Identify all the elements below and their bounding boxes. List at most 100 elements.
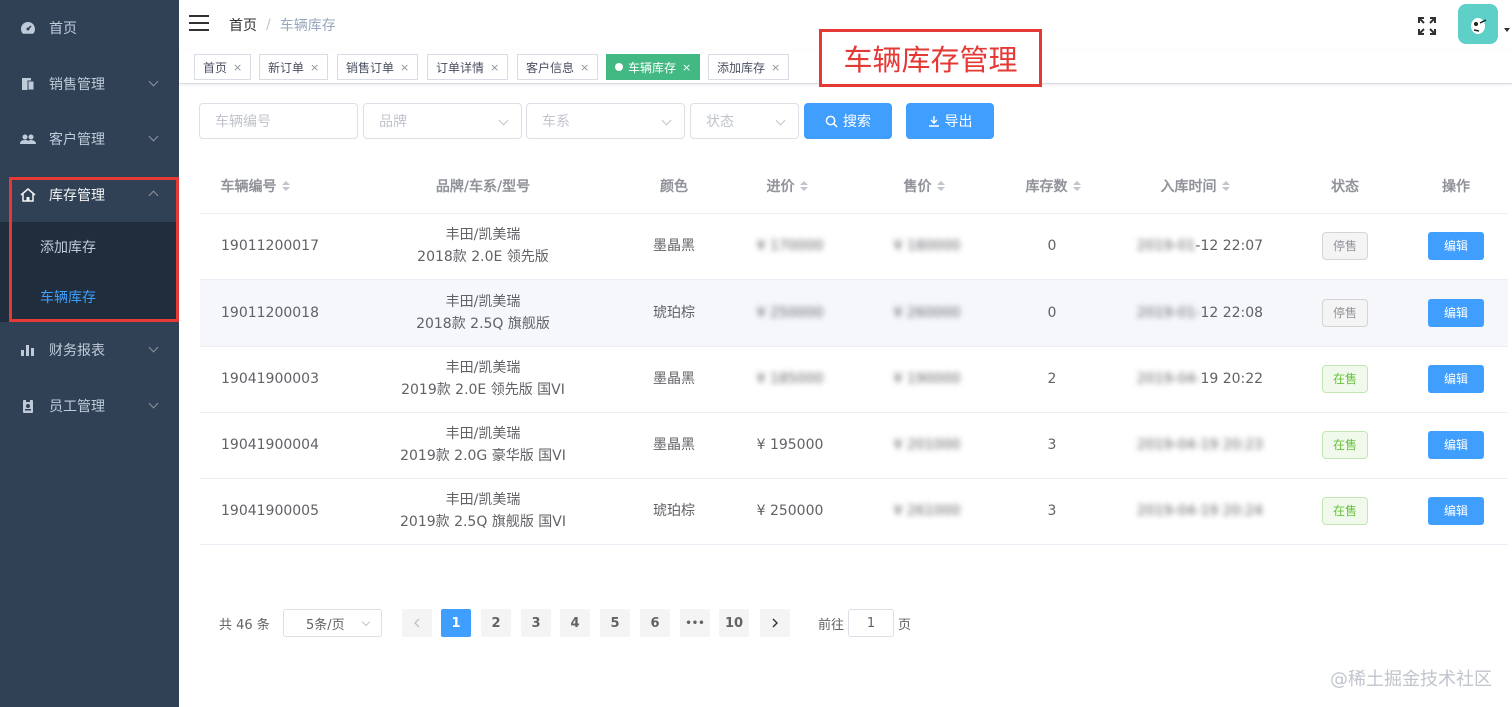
- sidebar-item-finance[interactable]: 财务报表: [0, 322, 179, 378]
- time-hidden: 2019-04-: [1136, 371, 1201, 387]
- close-icon[interactable]: ×: [771, 61, 780, 74]
- header-label: 操作: [1442, 179, 1470, 195]
- column-header-purchase-price[interactable]: 进价: [737, 175, 837, 197]
- pagination-total: 共 46 条: [219, 618, 270, 633]
- page-button-10[interactable]: 10: [719, 609, 749, 637]
- sidebar-item-label: 员工管理: [49, 399, 105, 415]
- page-size-select[interactable]: 5条/页: [283, 609, 382, 637]
- model-line: 2019款 2.0E 领先版 国VI: [401, 382, 565, 398]
- tag-customer-info[interactable]: 客户信息 ×: [517, 54, 599, 80]
- column-header-model: 品牌/车系/型号: [383, 175, 583, 197]
- vehicle-no-input[interactable]: 车辆编号: [199, 103, 358, 139]
- page-button-4[interactable]: 4: [560, 609, 590, 637]
- table-row: 19041900005 丰田/凯美瑞 2019款 2.5Q 旗舰版 国VI 琥珀棕…: [200, 478, 1508, 544]
- hamburger-menu-icon[interactable]: [189, 15, 209, 33]
- sidebar-item-home[interactable]: 首页: [0, 0, 179, 56]
- badge-icon: [20, 398, 36, 414]
- close-icon[interactable]: ×: [490, 61, 499, 74]
- cell-purchase-price: ¥ 195000: [756, 437, 824, 453]
- submenu-item-add-inventory[interactable]: 添加库存: [0, 222, 179, 272]
- column-header-vehicle-no[interactable]: 车辆编号: [200, 175, 310, 197]
- close-icon[interactable]: ×: [310, 61, 319, 74]
- avatar[interactable]: [1458, 4, 1498, 44]
- goto-page-input[interactable]: 1: [848, 609, 894, 637]
- tag-new-order[interactable]: 新订单 ×: [259, 54, 329, 80]
- page-button-1[interactable]: 1: [441, 609, 471, 637]
- breadcrumb-home[interactable]: 首页: [229, 15, 257, 35]
- sort-icon[interactable]: [936, 181, 945, 191]
- time-hidden: 2019-01-: [1136, 305, 1201, 321]
- sort-icon[interactable]: [799, 181, 808, 191]
- tag-label: 首页: [203, 60, 228, 75]
- export-button[interactable]: 导出: [906, 103, 994, 139]
- close-icon[interactable]: ×: [682, 61, 691, 74]
- column-header-sale-price[interactable]: 售价: [874, 175, 974, 197]
- chevron-down-icon: [148, 76, 159, 87]
- cell-purchase-price: ¥ 185000: [756, 371, 824, 387]
- next-page-button[interactable]: [760, 609, 790, 637]
- edit-button[interactable]: 编辑: [1428, 365, 1484, 393]
- page-ellipsis[interactable]: •••: [680, 609, 710, 637]
- caret-down-icon[interactable]: [1504, 28, 1510, 32]
- chevron-down-icon: [661, 115, 672, 126]
- close-icon[interactable]: ×: [580, 61, 589, 74]
- tag-home[interactable]: 首页 ×: [194, 54, 252, 80]
- tag-order-detail[interactable]: 订单详情 ×: [427, 54, 509, 80]
- users-icon: [20, 131, 36, 147]
- cell-stock: 3: [1047, 437, 1057, 453]
- goto-suffix: 页: [898, 618, 912, 633]
- status-select[interactable]: 状态: [690, 103, 799, 139]
- inventory-submenu: 添加库存 车辆库存: [0, 222, 179, 322]
- chevron-down-icon: [775, 115, 786, 126]
- sort-icon[interactable]: [281, 181, 290, 191]
- sidebar-item-staff[interactable]: 员工管理: [0, 378, 179, 434]
- sort-icon[interactable]: [1221, 181, 1230, 191]
- search-button[interactable]: 搜索: [804, 103, 892, 139]
- edit-button[interactable]: 编辑: [1428, 431, 1484, 459]
- edit-button[interactable]: 编辑: [1428, 299, 1484, 327]
- cell-purchase-price: ¥ 250000: [756, 305, 824, 321]
- brand-select[interactable]: 品牌: [363, 103, 522, 139]
- page-button-6[interactable]: 6: [640, 609, 670, 637]
- fullscreen-icon[interactable]: [1417, 16, 1437, 36]
- breadcrumb: 首页 / 车辆库存: [229, 15, 336, 35]
- prev-page-button[interactable]: [402, 609, 432, 637]
- cell-time: 2019-04-19 20:23: [1125, 412, 1275, 478]
- column-header-action: 操作: [1406, 175, 1506, 197]
- time-visible: -12 22:07: [1195, 238, 1264, 254]
- edit-button[interactable]: 编辑: [1428, 497, 1484, 525]
- cell-model: 丰田/凯美瑞 2019款 2.0E 领先版 国VI: [383, 346, 583, 412]
- tag-vehicle-inventory[interactable]: 车辆库存 ×: [606, 54, 701, 80]
- close-icon[interactable]: ×: [233, 61, 242, 74]
- column-header-stock[interactable]: 库存数: [998, 175, 1108, 197]
- tag-add-inventory[interactable]: 添加库存 ×: [708, 54, 790, 80]
- series-select[interactable]: 车系: [526, 103, 685, 139]
- sidebar-item-inventory[interactable]: 库存管理: [0, 167, 179, 223]
- tag-label: 添加库存: [717, 60, 766, 75]
- page-button-2[interactable]: 2: [481, 609, 511, 637]
- sidebar-item-sales[interactable]: 销售管理: [0, 56, 179, 112]
- chevron-left-icon: [414, 618, 420, 628]
- table-row: 19011200018 丰田/凯美瑞 2018款 2.5Q 旗舰版 琥珀棕 ¥ 2…: [200, 280, 1508, 346]
- time-hidden: 2019-01: [1136, 238, 1196, 254]
- sort-icon[interactable]: [1072, 181, 1081, 191]
- chevron-down-icon: [361, 617, 371, 627]
- close-icon[interactable]: ×: [400, 61, 409, 74]
- header-label: 售价: [903, 179, 932, 195]
- edit-button[interactable]: 编辑: [1428, 232, 1484, 260]
- tag-label: 车辆库存: [628, 60, 677, 75]
- sidebar-item-customers[interactable]: 客户管理: [0, 111, 179, 167]
- table-row: 19011200017 丰田/凯美瑞 2018款 2.0E 领先版 墨晶黑 ¥ 1…: [200, 213, 1508, 279]
- select-placeholder: 车系: [542, 114, 570, 130]
- header-label: 入库时间: [1160, 179, 1217, 195]
- watermark: @稀土掘金技术社区: [1330, 669, 1492, 690]
- cell-stock: 3: [1047, 503, 1057, 519]
- page-button-3[interactable]: 3: [521, 609, 551, 637]
- cell-action: 编辑: [1406, 213, 1506, 279]
- tag-sales-orders[interactable]: 销售订单 ×: [337, 54, 419, 80]
- column-header-time[interactable]: 入库时间: [1130, 175, 1260, 197]
- search-icon: [825, 115, 838, 128]
- sidebar-item-label: 库存管理: [49, 188, 105, 204]
- submenu-item-vehicle-inventory[interactable]: 车辆库存: [0, 272, 179, 322]
- page-button-5[interactable]: 5: [600, 609, 630, 637]
